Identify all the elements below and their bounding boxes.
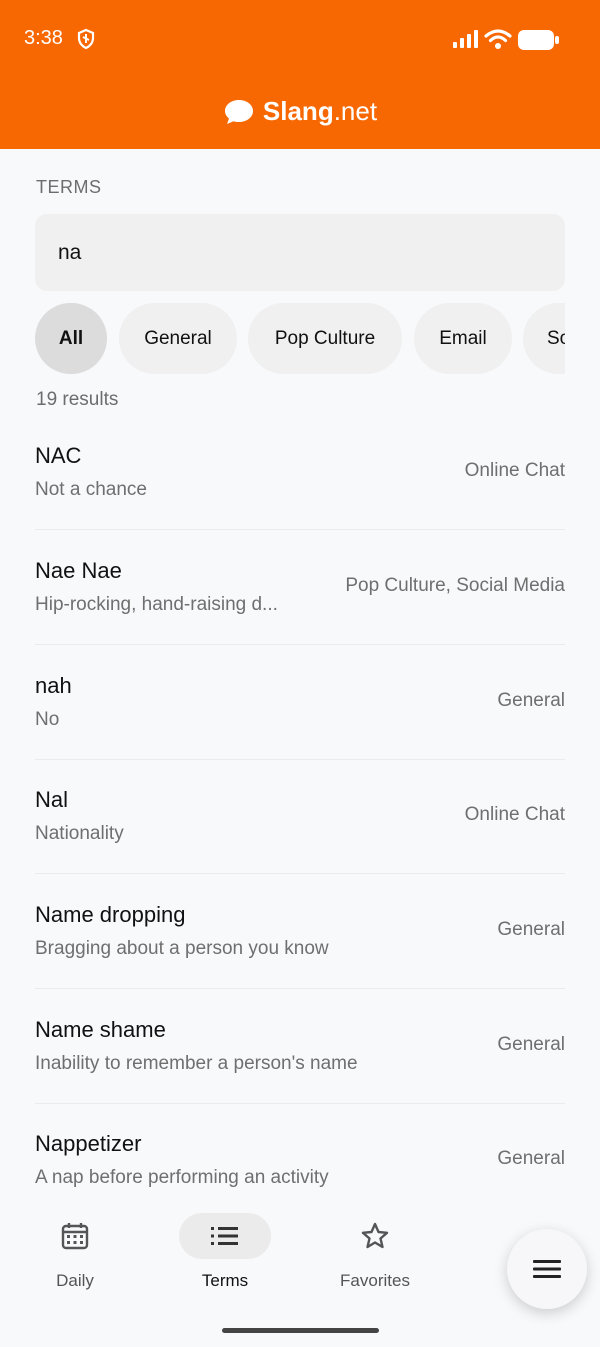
term-title: nah (35, 673, 72, 698)
list-icon (179, 1213, 271, 1259)
nav-favorites-label: Favorites (340, 1271, 410, 1290)
term-definition: Bragging about a person you know (35, 938, 329, 959)
term-definition: Nationality (35, 823, 124, 844)
brand-suffix: .net (333, 96, 378, 126)
term-category: General (497, 1034, 565, 1055)
battery-icon (518, 30, 559, 50)
term-category: General (497, 1148, 565, 1169)
nav-terms-label: Terms (201, 1271, 249, 1290)
status-bar: 3:38 (0, 0, 600, 80)
speech-bubble-icon (224, 99, 253, 124)
term-definition: Inability to remember a person's name (35, 1053, 358, 1074)
term-title: Name shame (35, 1017, 166, 1042)
chip-general[interactable]: General (119, 303, 237, 374)
brand-logo: Slang.net (0, 96, 600, 127)
menu-fab[interactable] (507, 1229, 587, 1309)
term-title: Nappetizer (35, 1131, 142, 1156)
app-header: 3:38 Slang.net (0, 0, 600, 149)
term-category: General (497, 690, 565, 711)
list-item[interactable]: NAC Not a chance Online Chat (35, 415, 565, 530)
list-item[interactable]: nah No General (35, 645, 565, 760)
category-filter-chips: All General Pop Culture Email Social Med… (35, 303, 565, 374)
nav-favorites[interactable]: Favorites (315, 1213, 435, 1291)
section-label: TERMS (36, 177, 102, 197)
wifi-icon (484, 29, 512, 49)
chip-pop-culture[interactable]: Pop Culture (248, 303, 402, 374)
list-item[interactable]: Nae Nae Hip-rocking, hand-raising d... P… (35, 530, 565, 645)
signal-icon (453, 30, 478, 48)
term-category: General (497, 919, 565, 940)
term-title: Nal (35, 787, 69, 812)
star-icon (329, 1213, 421, 1259)
term-definition: Hip-rocking, hand-raising d... (35, 594, 278, 615)
nav-daily-label: Daily (56, 1271, 94, 1290)
term-category: Online Chat (464, 460, 565, 481)
list-item[interactable]: Nappetizer A nap before performing an ac… (35, 1103, 565, 1195)
term-category: Pop Culture, Social Media (345, 575, 565, 596)
brand-name: Slang (262, 96, 334, 126)
menu-icon (533, 1260, 561, 1278)
list-item[interactable]: Nal Nationality Online Chat (35, 759, 565, 874)
term-title: Name dropping (35, 902, 186, 927)
nav-terms[interactable]: Terms (165, 1213, 285, 1291)
home-indicator[interactable] (222, 1328, 379, 1333)
chip-social-media[interactable]: Social Media (523, 303, 565, 374)
status-time: 3:38 (24, 27, 63, 49)
chip-email[interactable]: Email (414, 303, 512, 374)
terms-list: NAC Not a chance Online Chat Nae Nae Hip… (35, 415, 565, 1195)
search-input[interactable]: na (35, 214, 565, 291)
term-definition: Not a chance (35, 479, 147, 500)
term-title: Nae Nae (35, 558, 122, 583)
chip-all[interactable]: All (35, 303, 107, 374)
list-item[interactable]: Name shame Inability to remember a perso… (35, 989, 565, 1104)
list-item[interactable]: Name dropping Bragging about a person yo… (35, 874, 565, 989)
results-count: 19 results (36, 389, 119, 410)
term-title: NAC (35, 443, 82, 468)
term-definition: No (35, 709, 60, 730)
term-category: Online Chat (464, 804, 565, 825)
shield-icon (77, 28, 95, 50)
nav-daily[interactable]: Daily (15, 1213, 135, 1291)
term-definition: A nap before performing an activity (35, 1167, 329, 1188)
calendar-icon (29, 1213, 121, 1259)
